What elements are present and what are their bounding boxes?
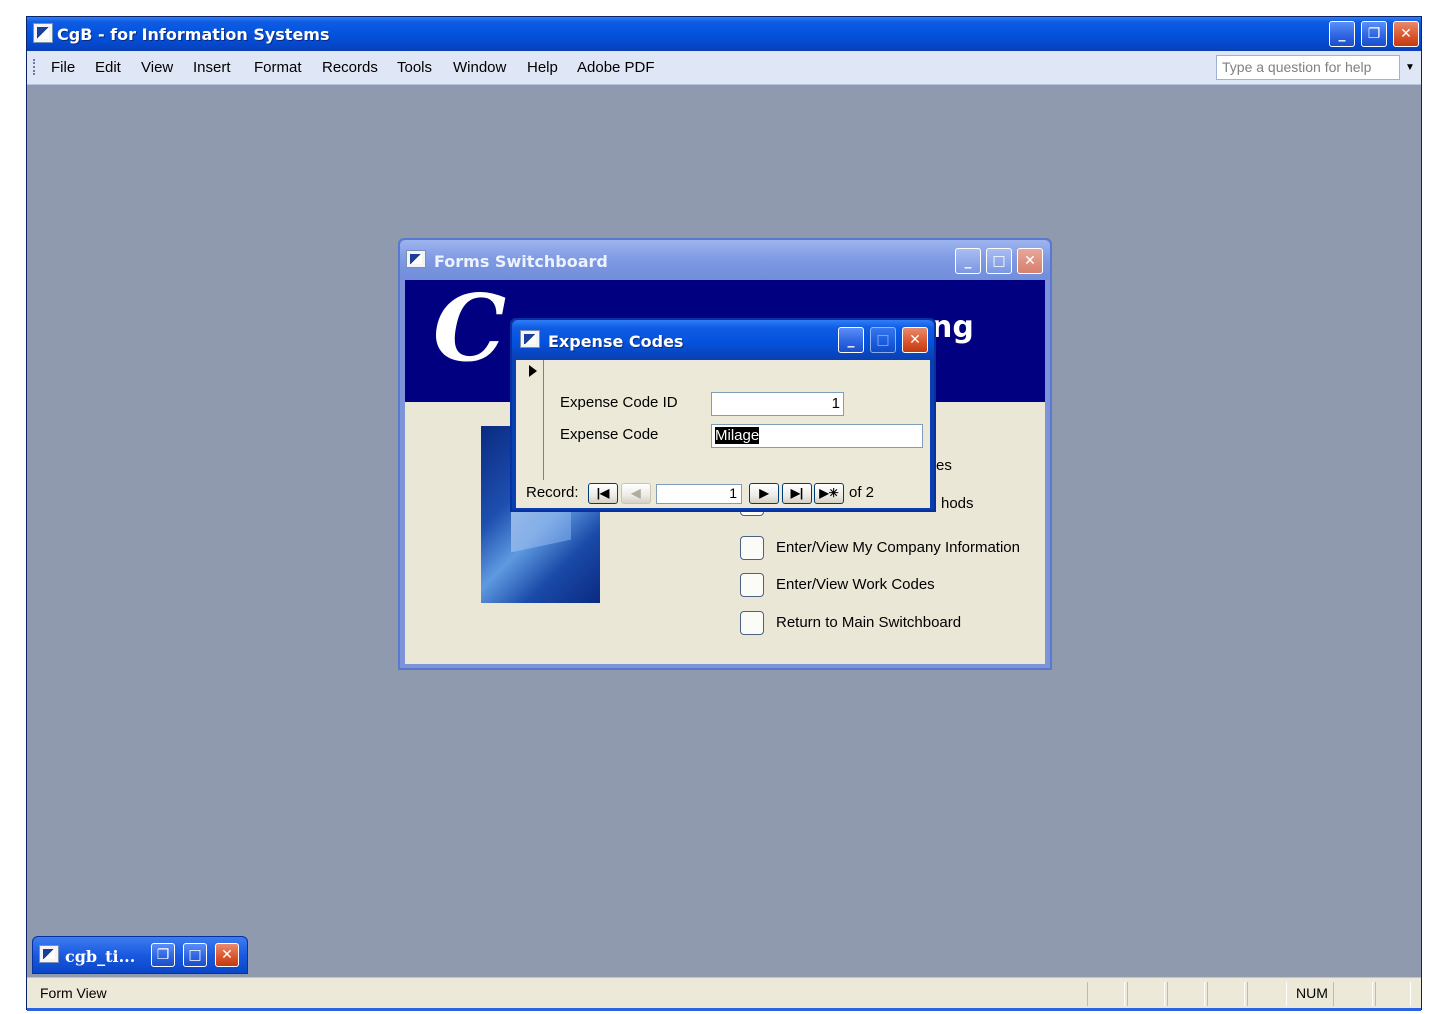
switchboard-title-bar[interactable]: Forms Switchboard _ □ ✕ [400, 240, 1050, 280]
status-pane [1333, 982, 1373, 1006]
status-pane [1375, 982, 1411, 1006]
last-record-button[interactable]: ▶| [782, 483, 812, 504]
access-form-icon [520, 330, 540, 348]
maximize-button[interactable]: □ [183, 943, 207, 967]
minimized-database-window[interactable]: cgb_ti... ❐ □ ✕ [32, 936, 248, 974]
company-logo: C [433, 280, 507, 382]
expense-code-field[interactable]: Milage [711, 424, 923, 448]
maximize-button[interactable]: □ [986, 248, 1012, 274]
switchboard-item-label: es [936, 457, 952, 474]
expense-code-id-label: Expense Code ID [560, 394, 678, 411]
switchboard-item-button[interactable] [740, 536, 764, 560]
minimize-button[interactable]: _ [1329, 21, 1355, 47]
access-form-icon [39, 945, 59, 963]
menu-view[interactable]: View [141, 59, 173, 76]
app-title: CgB - for Information Systems [57, 25, 330, 44]
menu-window[interactable]: Window [453, 59, 506, 76]
status-pane [1207, 982, 1245, 1006]
maximize-button: □ [870, 327, 896, 353]
minimize-button[interactable]: _ [955, 248, 981, 274]
status-border [27, 1008, 1421, 1011]
first-record-button[interactable]: |◀ [588, 483, 618, 504]
current-record-input[interactable]: 1 [656, 484, 742, 504]
restore-button[interactable]: ❐ [1361, 21, 1387, 47]
menu-tools[interactable]: Tools [397, 59, 432, 76]
menu-bar: File Edit View Insert Format Records Too… [27, 51, 1421, 85]
close-button[interactable]: ✕ [1393, 21, 1419, 47]
previous-record-button[interactable]: ◀ [621, 483, 651, 504]
record-count-text: of 2 [849, 484, 875, 501]
close-button[interactable]: ✕ [902, 327, 928, 353]
switchboard-item-button[interactable] [740, 573, 764, 597]
switchboard-item-label: Enter/View Work Codes [776, 576, 935, 593]
menu-records[interactable]: Records [322, 59, 378, 76]
new-record-button[interactable]: ▶✳ [814, 483, 844, 504]
expense-code-label: Expense Code [560, 426, 659, 443]
access-form-icon [406, 250, 426, 268]
switchboard-item-label: Return to Main Switchboard [776, 614, 962, 631]
expense-codes-title-bar[interactable]: Expense Codes _ □ ✕ [512, 320, 934, 360]
restore-button[interactable]: ❐ [151, 943, 175, 967]
record-label: Record: [526, 484, 579, 501]
status-pane [1127, 982, 1165, 1006]
menu-help[interactable]: Help [527, 59, 558, 76]
app-icon[interactable] [33, 23, 53, 43]
status-pane [1167, 982, 1205, 1006]
switchboard-title: Forms Switchboard [434, 252, 608, 271]
help-question-input[interactable]: Type a question for help [1216, 55, 1400, 80]
expense-code-id-field[interactable]: 1 [711, 392, 844, 416]
next-record-button[interactable]: ▶ [749, 483, 779, 504]
current-record-arrow-icon [529, 365, 537, 377]
switchboard-item-button[interactable] [740, 611, 764, 635]
status-bar: Form View NUM [27, 977, 1421, 1011]
help-dropdown-arrow-icon[interactable]: ▼ [1400, 55, 1420, 80]
switchboard-item-label: hods [941, 495, 974, 512]
expense-codes-form-body: Expense Code ID 1 Expense Code Milage Re… [516, 360, 930, 508]
num-lock-indicator: NUM [1296, 985, 1328, 1001]
close-button[interactable]: ✕ [215, 943, 239, 967]
status-mode-text: Form View [40, 985, 107, 1001]
menu-insert[interactable]: Insert [193, 59, 231, 76]
menu-format[interactable]: Format [254, 59, 302, 76]
menu-adobe-pdf[interactable]: Adobe PDF [577, 59, 655, 76]
switchboard-item-label: Enter/View My Company Information [776, 539, 1020, 556]
status-pane [1087, 982, 1125, 1006]
selected-text: Milage [715, 427, 760, 444]
app-title-bar[interactable]: CgB - for Information Systems _ ❐ ✕ [27, 17, 1421, 51]
status-pane [1247, 982, 1287, 1006]
record-navigation-bar: Record: |◀ ◀ 1 ▶ ▶| ▶✳ of 2 [516, 480, 930, 508]
menu-edit[interactable]: Edit [95, 59, 121, 76]
minimize-button[interactable]: _ [838, 327, 864, 353]
record-selector[interactable] [516, 360, 544, 480]
expense-codes-window: Expense Codes _ □ ✕ Expense Code ID 1 Ex… [510, 318, 936, 512]
menu-grip-handle[interactable] [33, 59, 36, 75]
minimized-window-title: cgb_ti... [65, 947, 136, 966]
banner-title: ng [931, 310, 974, 345]
expense-codes-title: Expense Codes [548, 332, 684, 351]
menu-file[interactable]: File [51, 59, 75, 76]
close-button[interactable]: ✕ [1017, 248, 1043, 274]
